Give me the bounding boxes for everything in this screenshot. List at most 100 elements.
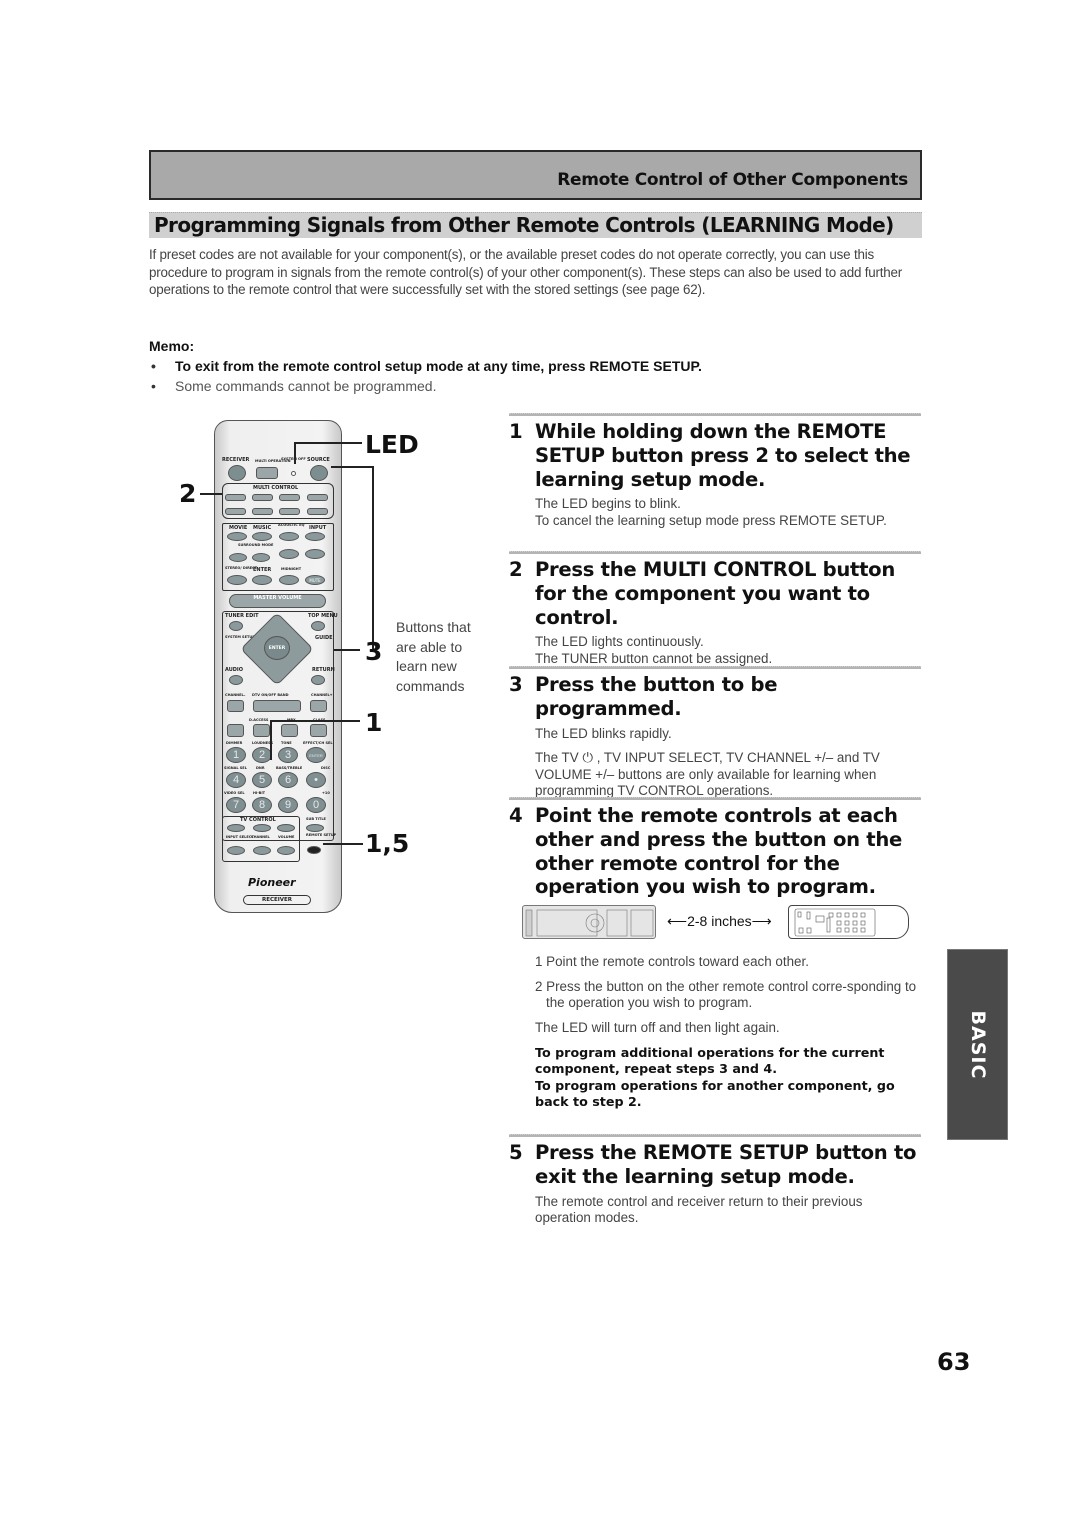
remote-buttons-pattern [794,908,876,937]
chapter-header: Remote Control of Other Components [149,150,922,200]
step-text: The LED will turn off and then light aga… [535,1019,780,1035]
remote-label: INPUT SELECT [226,835,254,839]
section-tab-basic[interactable]: BASIC [947,949,1008,1140]
digit-0-button: 0 [306,797,326,813]
remote-label: MULTI CONTROL [253,485,299,491]
play-button [253,700,301,712]
digit-2-button: 2 [252,747,272,763]
remote-label: DISC [321,766,331,770]
digit-7-button: 7 [226,797,246,813]
prev-button [227,724,244,737]
step-heading: 1 While holding down the REMOTE SETUP but… [509,420,921,491]
remote-label: TV CONTROL [240,817,276,823]
step-2: 2 Press the MULTI CONTROL button for the … [509,551,921,668]
remote-label: INPUT [309,525,327,531]
step-3: 3 Press the button to be programmed. The … [509,666,921,800]
remote-label: MUSIC [253,525,272,531]
step-title: While holding down the REMOTE SETUP butt… [535,420,911,491]
channel-minus-button [227,700,244,712]
callout-led-line [294,442,362,444]
movie-button [227,532,247,541]
digit-5-button: 5 [252,772,272,788]
remote-label: HI-BIT [253,791,266,795]
tuner-button [279,508,300,515]
page-number: 63 [937,1348,971,1376]
step-number: 1 [509,420,523,443]
digit-8-button: 8 [252,797,272,813]
callout-1-5-line [323,843,363,845]
step-title: Point the remote controls at each other … [535,804,902,899]
stereo-direct-button [227,575,247,585]
remote-label: D.ACCESS [249,718,269,722]
step-title: Press the button to be programmed. [535,673,778,720]
remote-label: TOP MENU [308,613,338,619]
note-line: are able to [396,638,463,655]
step-bold-text: To program additional operations for the… [535,1044,885,1077]
remote-buttons-pattern [525,909,654,937]
section-tab-label: BASIC [966,1010,989,1079]
return-button [311,675,325,685]
dvd-button [225,494,246,501]
step-divider [509,797,921,800]
remote-label: DNR [256,766,265,770]
remote-label: CHANNEL– [225,693,246,697]
remote-label: CHANNEL+ [311,693,333,697]
vcr-button [279,494,300,501]
tv-channel-plus-button [253,824,271,832]
step-number: 5 [509,1141,523,1164]
section-header: Programming Signals from Other Remote Co… [149,212,922,238]
step-4: 4 Point the remote controls at each other… [509,797,921,1111]
remote-label: RECEIVER [222,457,250,463]
surround-plus-button [252,553,270,562]
step-divider [509,413,921,416]
tv-volume-minus-button [277,846,295,855]
step-sub-item: 2 Press the button on the other remote c… [535,978,917,1011]
step-heading: 2 Press the MULTI CONTROL button for the … [509,558,921,629]
memo-list: To exit from the remote control setup mo… [149,356,929,396]
multi-operation-button [256,467,278,479]
remote-label: RETURN [312,667,335,673]
mute-button: MUTE [305,575,325,585]
step-divider [509,1134,921,1137]
stop-button [281,724,298,737]
remote-label: AUDIO [225,667,244,673]
remote-label: ACOUSTIC EQ [278,523,305,527]
step-body: The LED lights continuously. The TUNER b… [535,634,921,667]
callout-led-line [294,442,296,464]
top-menu-button [311,621,325,631]
callout-2-line [200,493,222,495]
acoustic-eq-button [279,532,299,541]
step-5: 5 Press the REMOTE SETUP button to exit t… [509,1134,921,1227]
step-number: 3 [509,673,523,696]
step-sub-item: 1 Point the remote controls toward each … [535,954,809,970]
input-button [305,532,325,541]
audio-button [229,675,243,685]
step-number: 4 [509,804,523,827]
remote-label: BASS/TREBLE [276,766,303,770]
callout-1-line [270,720,360,722]
memo-item: To exit from the remote control setup mo… [149,356,929,376]
callout-1-5: 1,5 [365,829,410,858]
remote-control-image: RECEIVER MULTI OPERATION SYSTEM OFF SOUR… [214,420,342,913]
distance-label: ⟵2-8 inches⟶ [667,913,772,930]
vcr2-button [225,508,246,515]
disc-button: • [306,772,326,788]
digit-3-button: 3 [278,747,298,763]
remote-label: ENTER [253,567,272,573]
callout-led: LED [365,430,419,459]
surround-minus-button [229,553,247,562]
step-divider [509,666,921,669]
callout-3-line [331,466,373,468]
remote-label: VIDEO SEL [224,791,245,795]
receiver-power-button [228,465,246,481]
remote-label: REMOTE SETUP [306,833,337,837]
sbch-button [279,549,299,559]
step-heading: 5 Press the REMOTE SETUP button to exit t… [509,1141,921,1189]
digit-9-button: 9 [278,797,298,813]
tv-power-button [227,824,245,832]
cd-button [252,508,273,515]
step-number: 2 [509,558,523,581]
digit-4-button: 4 [226,772,246,788]
step-divider [509,551,921,554]
step-1: 1 While holding down the REMOTE SETUP but… [509,413,921,530]
